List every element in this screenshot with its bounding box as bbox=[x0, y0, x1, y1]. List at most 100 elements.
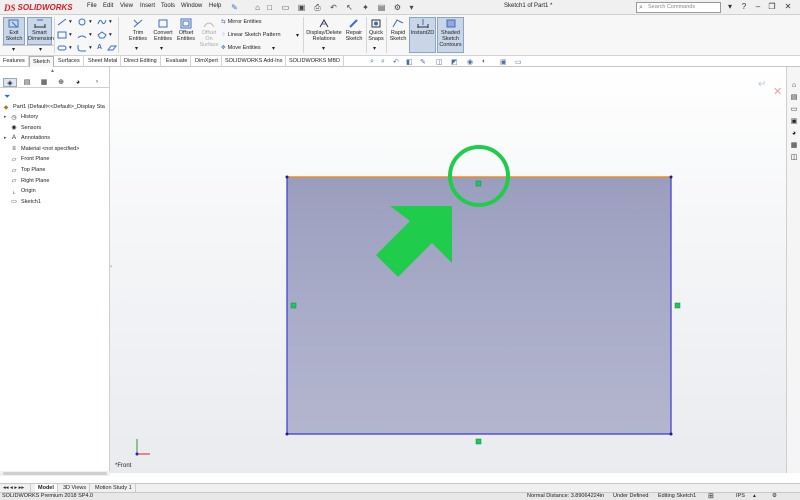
dynamic-annotation-icon[interactable]: ✎ bbox=[420, 58, 426, 66]
move-entities-button[interactable]: ✥ Move Entities bbox=[221, 45, 261, 51]
file-properties-icon[interactable]: ▤ bbox=[376, 2, 387, 13]
solidworks-resources-icon[interactable]: ⌂ bbox=[789, 81, 799, 91]
rebuild-icon[interactable]: ✦ bbox=[360, 2, 371, 13]
undo-icon[interactable]: ↶ bbox=[328, 2, 339, 13]
custom-properties-icon[interactable]: ▦ bbox=[789, 141, 799, 151]
menu-window[interactable]: Window bbox=[181, 3, 202, 9]
save-icon[interactable]: ▣ bbox=[296, 2, 307, 13]
slot-tool-icon[interactable]: ▾ bbox=[57, 44, 72, 52]
search-commands-input[interactable]: ⌕ Search Commands bbox=[636, 2, 721, 13]
filter-icon[interactable]: ⏷ bbox=[4, 92, 10, 102]
graphics-area[interactable]: › *Front ↵ ✕ bbox=[110, 67, 786, 473]
more-tabs-icon[interactable]: › bbox=[90, 78, 104, 87]
dimxpert-manager-tab-icon[interactable]: ⊕ bbox=[54, 78, 68, 87]
left-midpoint-handle[interactable] bbox=[290, 302, 297, 309]
tab-sketch[interactable]: Sketch bbox=[29, 56, 54, 67]
tree-item-sensors[interactable]: ◉ Sensors bbox=[4, 123, 41, 133]
configuration-manager-tab-icon[interactable]: ▦ bbox=[37, 78, 51, 87]
convert-entities-button[interactable]: Convert Entities bbox=[151, 18, 175, 42]
tree-root-part1[interactable]: ◆ Part1 (Default<<Default>_Display Sta bbox=[2, 102, 105, 112]
tree-item-history[interactable]: ▸ ◷ History bbox=[4, 112, 38, 122]
right-midpoint-handle[interactable] bbox=[674, 302, 681, 309]
tab-evaluate[interactable]: Evaluate bbox=[163, 56, 192, 67]
plane-tool-icon[interactable] bbox=[107, 44, 117, 52]
tab-solidworks-mbd[interactable]: SOLIDWORKS MBD bbox=[286, 56, 345, 67]
menu-insert[interactable]: Insert bbox=[140, 3, 155, 9]
search-dropdown-icon[interactable]: ▾ bbox=[724, 1, 736, 13]
menu-file[interactable]: File bbox=[87, 3, 97, 9]
linear-sketch-pattern-button[interactable]: ⁘ Linear Sketch Pattern bbox=[221, 32, 281, 38]
select-icon[interactable]: ↖ bbox=[344, 2, 355, 13]
cancel-corner-icon[interactable]: ✕ bbox=[773, 85, 782, 98]
collapse-panel-icon[interactable]: ▴ bbox=[51, 67, 54, 74]
tab-surfaces[interactable]: Surfaces bbox=[55, 56, 84, 67]
tree-item-top-plane[interactable]: ▱ Top Plane bbox=[4, 165, 46, 175]
repair-sketch-button[interactable]: Repair Sketch bbox=[344, 18, 364, 42]
feature-manager-tab-icon[interactable]: ◈ bbox=[3, 78, 17, 87]
menu-edit[interactable]: Edit bbox=[103, 3, 113, 9]
confirm-corner-icon[interactable]: ↵ bbox=[758, 79, 766, 90]
restore-button[interactable]: ❐ bbox=[766, 1, 778, 13]
bottom-midpoint-handle[interactable] bbox=[475, 438, 482, 445]
tab-model[interactable]: Model bbox=[35, 484, 58, 492]
rapid-sketch-button[interactable]: Rapid Sketch bbox=[388, 18, 408, 42]
menu-help[interactable]: Help bbox=[209, 3, 221, 9]
file-explorer-icon[interactable]: ▭ bbox=[789, 105, 799, 115]
tab-dimxpert[interactable]: DimXpert bbox=[192, 56, 222, 67]
open-icon[interactable]: ▭ bbox=[280, 2, 291, 13]
display-delete-relations-button[interactable]: Display/Delete Relations bbox=[305, 18, 343, 42]
smart-dimension-button[interactable]: Smart Dimension bbox=[27, 17, 54, 45]
tree-item-annotations[interactable]: ▸ A Annotations bbox=[4, 133, 50, 143]
section-view-icon[interactable]: ◧ bbox=[406, 58, 413, 66]
tree-item-sketch1[interactable]: ▭ Sketch1 bbox=[4, 197, 41, 207]
options-icon[interactable]: ⚙ bbox=[392, 2, 403, 13]
circle-tool-icon[interactable]: ▾ bbox=[77, 18, 92, 26]
offset-on-surface-button[interactable]: Offset On Surface bbox=[198, 18, 220, 48]
text-tool-icon[interactable]: A bbox=[97, 44, 102, 51]
view-orientation-icon[interactable]: ◫ bbox=[436, 58, 443, 66]
offset-entities-button[interactable]: Offset Entities bbox=[175, 18, 197, 42]
view-palette-icon[interactable]: ▣ bbox=[789, 117, 799, 127]
exit-sketch-dropdown-icon[interactable]: ▾ bbox=[12, 46, 15, 53]
arc-tool-icon[interactable]: ▾ bbox=[77, 31, 92, 39]
pattern-dropdown-icon[interactable]: ▾ bbox=[296, 32, 299, 39]
previous-view-icon[interactable]: ↶ bbox=[393, 58, 399, 66]
close-button[interactable]: ✕ bbox=[782, 1, 794, 13]
property-manager-tab-icon[interactable]: ▤ bbox=[20, 78, 34, 87]
tab-features[interactable]: Features bbox=[0, 56, 29, 67]
tab-motion-study-1[interactable]: Motion Study 1 bbox=[92, 484, 136, 492]
polygon-tool-icon[interactable]: ▾ bbox=[97, 31, 112, 39]
appearances-icon[interactable]: ◕ bbox=[789, 129, 799, 139]
new-document-icon[interactable]: □ bbox=[264, 2, 275, 13]
instant2d-button[interactable]: Instant2D bbox=[409, 17, 436, 53]
tree-item-right-plane[interactable]: ▱ Right Plane bbox=[4, 176, 50, 186]
tree-item-front-plane[interactable]: ▱ Front Plane bbox=[4, 154, 50, 164]
tree-item-material-not-specified[interactable]: ≡ Material <not specified> bbox=[4, 144, 79, 154]
exit-sketch-button[interactable]: Exit Sketch bbox=[3, 17, 25, 45]
hide-show-items-icon[interactable]: ◉ bbox=[467, 58, 473, 66]
convert-dropdown-icon[interactable]: ▾ bbox=[160, 45, 163, 52]
panel-horizontal-scrollbar[interactable] bbox=[0, 471, 110, 476]
line-tool-icon[interactable]: ▾ bbox=[57, 18, 72, 26]
tab-direct-editing[interactable]: Direct Editing bbox=[121, 56, 161, 67]
menu-tools[interactable]: Tools bbox=[161, 3, 175, 9]
quick-snaps-dropdown-icon[interactable]: ▾ bbox=[373, 45, 376, 52]
expand-panel-handle[interactable]: › bbox=[110, 264, 112, 270]
tab-navigation-arrows[interactable]: ◂◂ ◂ ▸ ▸▸ bbox=[0, 484, 31, 492]
smart-dimension-dropdown-icon[interactable]: ▾ bbox=[39, 46, 42, 53]
spline-tool-icon[interactable]: ▾ bbox=[97, 18, 112, 26]
shaded-sketch-contours-button[interactable]: Shaded Sketch Contours bbox=[437, 17, 464, 53]
top-midpoint-handle[interactable] bbox=[475, 180, 482, 187]
trim-entities-button[interactable]: Trim Entities bbox=[127, 18, 149, 42]
menu-view[interactable]: View bbox=[120, 3, 133, 9]
tab-sheet-metal[interactable]: Sheet Metal bbox=[85, 56, 122, 67]
quick-snaps-button[interactable]: Quick Snaps bbox=[367, 18, 385, 42]
tab-3d-views[interactable]: 3D Views bbox=[60, 484, 91, 492]
mirror-entities-button[interactable]: ⇆ Mirror Entities bbox=[221, 19, 262, 25]
home-icon[interactable]: ⌂ bbox=[252, 2, 263, 13]
rebuild-icon-status[interactable]: ⊞ bbox=[708, 493, 714, 500]
sketch-canvas[interactable] bbox=[110, 67, 786, 473]
display-style-icon[interactable]: ◩ bbox=[451, 58, 458, 66]
move-dropdown-icon[interactable]: ▾ bbox=[272, 45, 275, 52]
customize-status-icon[interactable]: ⚙ bbox=[772, 493, 777, 500]
